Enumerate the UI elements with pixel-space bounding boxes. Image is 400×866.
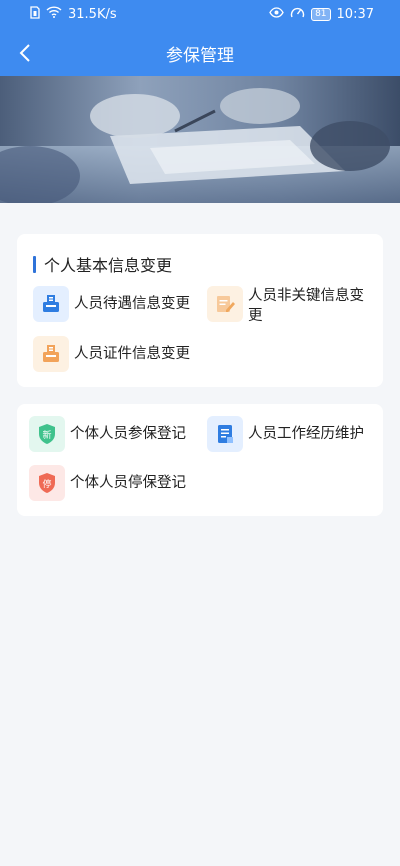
eye-icon — [269, 6, 284, 22]
back-button[interactable] — [10, 38, 40, 68]
sim-icon — [30, 5, 40, 23]
speedometer-icon — [290, 6, 305, 23]
menu-item-work-history[interactable]: 人员工作经历维护 — [207, 416, 364, 452]
menu-item-individual-enroll[interactable]: 新 个体人员参保登记 — [29, 416, 186, 452]
wifi-icon — [46, 6, 62, 22]
battery-level: 81 — [311, 7, 331, 21]
status-right: 81 10:37 — [269, 6, 374, 23]
menu-item-label: 人员证件信息变更 — [74, 346, 190, 362]
menu-item-label: 人员工作经历维护 — [248, 426, 364, 442]
banner-image — [0, 76, 400, 203]
menu-item-label: 人员非关键信息变更 — [248, 288, 364, 324]
menu-item-individual-suspend[interactable]: 停 个体人员停保登记 — [29, 465, 186, 501]
clock: 10:37 — [336, 6, 374, 22]
network-speed: 31.5K/s — [68, 6, 117, 22]
status-left: 31.5K/s — [30, 5, 117, 23]
chevron-left-icon — [19, 44, 30, 62]
enrollment-card: 新 个体人员参保登记 人员工作经历维护 停 个体人员停保登记 — [17, 404, 383, 516]
status-bar: 31.5K/s 81 10:37 — [0, 0, 400, 28]
stop-shield-icon: 停 — [29, 465, 65, 501]
top-bar: 31.5K/s 81 10:37 参保管理 — [0, 0, 400, 76]
inbox-icon — [33, 286, 69, 322]
section-title: 个人基本信息变更 — [44, 256, 173, 275]
page-title: 参保管理 — [166, 45, 234, 66]
menu-item-id-info-change[interactable]: 人员证件信息变更 — [33, 336, 190, 372]
menu-item-non-key-info-change[interactable]: 人员非关键信息变更 — [207, 286, 368, 326]
menu-item-label: 个体人员停保登记 — [70, 475, 186, 491]
personal-info-card: 个人基本信息变更 人员待遇信息变更 人员非关键信息变更 人员证件信息变更 — [17, 234, 383, 387]
inbox-icon — [33, 336, 69, 372]
menu-item-label: 人员待遇信息变更 — [74, 296, 190, 312]
menu-item-treatment-info-change[interactable]: 人员待遇信息变更 — [33, 286, 190, 322]
nav-bar: 参保管理 — [0, 30, 400, 76]
document-list-icon — [207, 416, 243, 452]
new-shield-icon: 新 — [29, 416, 65, 452]
section-header: 个人基本信息变更 — [33, 254, 173, 275]
document-edit-icon — [207, 286, 243, 322]
svg-text:停: 停 — [42, 478, 51, 490]
section-accent-bar — [33, 255, 36, 273]
menu-item-label: 个体人员参保登记 — [70, 426, 186, 442]
svg-text:新: 新 — [42, 429, 51, 441]
